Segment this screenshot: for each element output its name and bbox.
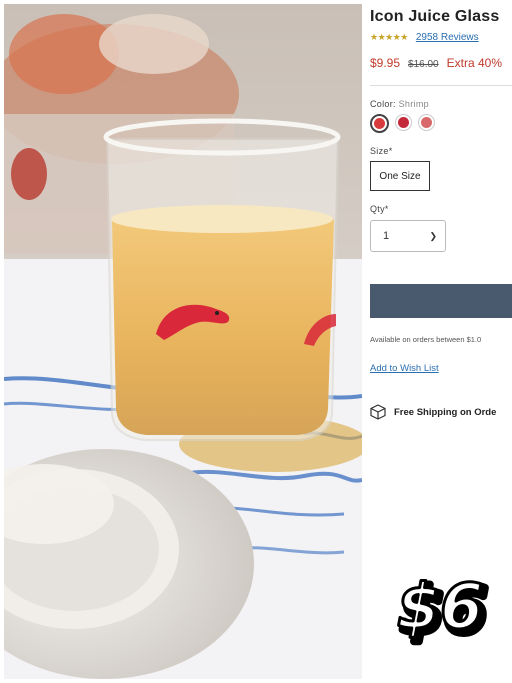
qty-label: Qty* [370, 204, 389, 214]
availability-text: Available on orders between $1.0 [370, 335, 482, 344]
qty-value: 1 [383, 230, 390, 242]
free-shipping-text: Free Shipping on Orde [394, 406, 497, 418]
color-swatches [370, 114, 435, 133]
original-price: $16.00 [408, 59, 439, 70]
free-shipping-row: Free Shipping on Orde [370, 404, 496, 420]
qty-select[interactable]: 1 ❯ [370, 220, 446, 252]
swatch-red[interactable] [395, 114, 412, 131]
swatch-pink[interactable] [418, 114, 435, 131]
box-icon [370, 404, 386, 420]
star-rating-icon: ★★★★★ [370, 32, 408, 42]
rating-row: ★★★★★ 2958 Reviews [370, 32, 479, 43]
divider [370, 85, 512, 86]
swatch-dot [374, 118, 385, 129]
reviews-link[interactable]: 2958 Reviews [416, 32, 479, 43]
product-title: Icon Juice Glass [370, 8, 500, 25]
color-label: Color: Shrimp [370, 99, 429, 109]
swatch-shrimp[interactable] [370, 114, 389, 133]
swatch-dot [398, 117, 409, 128]
swatch-dot [421, 117, 432, 128]
sale-price: $9.95 [370, 56, 401, 70]
chevron-down-icon: ❯ [429, 230, 437, 241]
extra-discount: Extra 40% [446, 56, 502, 70]
color-label-text: Color: [370, 99, 396, 109]
color-value: Shrimp [398, 99, 429, 109]
price-sticker: $6 $6 [395, 570, 491, 650]
add-to-bag-button[interactable] [370, 284, 512, 318]
size-label: Size* [370, 146, 393, 156]
juice-glass-image [4, 4, 362, 679]
size-option-button[interactable]: One Size [370, 161, 430, 191]
price-row: $9.95 $16.00 Extra 40% [370, 56, 502, 70]
add-to-wishlist-link[interactable]: Add to Wish List [370, 363, 439, 374]
price-sticker-text: $6 [397, 570, 483, 643]
product-photo [4, 4, 362, 679]
